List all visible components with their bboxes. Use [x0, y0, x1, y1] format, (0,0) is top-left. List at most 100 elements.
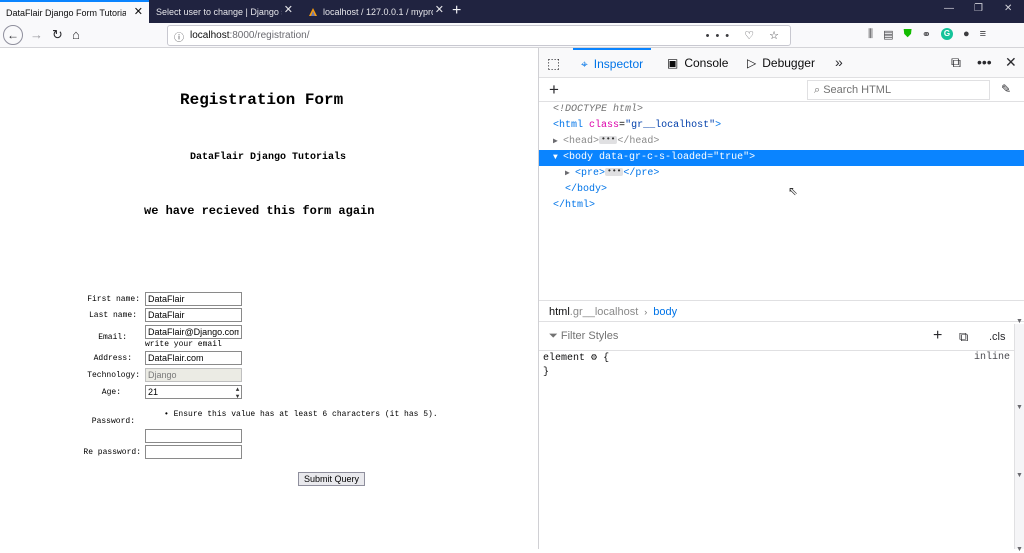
breadcrumb-tag: html	[549, 306, 570, 318]
tab-dataflair-form[interactable]: DataFlair Django Form Tutorial ✕	[0, 0, 149, 23]
debugger-icon: ▷	[747, 56, 757, 70]
url-text[interactable]: localhost:8000/registration/	[190, 30, 310, 41]
tab-title: DataFlair Django Form Tutorial	[6, 7, 126, 18]
toolbar-icons: ⫼ ▤ ⛊ ⚭ G ● ≡	[868, 28, 986, 41]
style-rules: element ⚙ { }	[543, 352, 609, 380]
password-error-text: Ensure this value has at least 6 charact…	[173, 410, 438, 419]
expand-arrow-icon[interactable]: ▶	[565, 166, 575, 182]
chevron-down-icon[interactable]: ▼	[1016, 404, 1023, 411]
tab-close-icon[interactable]: ✕	[134, 7, 143, 18]
password-input[interactable]	[145, 429, 242, 443]
email-help-text: write your email	[145, 340, 222, 349]
stepper-down-icon[interactable]: ▼	[236, 393, 240, 400]
grammarly-icon[interactable]: G	[940, 28, 953, 40]
tree-node-doctype[interactable]: <!DOCTYPE html>	[539, 102, 1024, 118]
restore-button[interactable]: ❐	[974, 3, 983, 14]
stepper-up-icon[interactable]: ▲	[236, 386, 240, 393]
chevron-down-icon[interactable]: ▼	[1016, 318, 1023, 325]
collapsed-ellipsis[interactable]: •••	[599, 136, 618, 145]
sidebar-icon[interactable]: ▤	[883, 28, 893, 41]
add-rule-icon[interactable]: +	[933, 327, 942, 345]
home-button[interactable]: ⌂	[72, 27, 80, 43]
filter-placeholder: Filter Styles	[560, 330, 619, 342]
shield-extension-icon[interactable]: ⛊	[903, 28, 911, 41]
close-window-button[interactable]: ✕	[1004, 3, 1012, 14]
gear-icon[interactable]: ⚙	[591, 353, 597, 364]
page-subtitle: DataFlair Django Tutorials	[190, 152, 347, 163]
password-error: • Ensure this value has at least 6 chara…	[164, 410, 438, 419]
page-action-icons[interactable]: ••• ♡ ☆	[706, 29, 785, 42]
age-input[interactable]	[145, 385, 242, 399]
expand-arrow-icon[interactable]: ▶	[553, 134, 563, 150]
add-node-icon[interactable]: +	[549, 80, 559, 100]
tree-node-head[interactable]: ▶ <head> ••• </head>	[539, 134, 1024, 150]
tab-phpmyadmin[interactable]: localhost / 127.0.0.1 / myproject ✕	[302, 0, 450, 23]
new-tab-button[interactable]: +	[452, 2, 461, 20]
rule-selector: element	[543, 353, 586, 364]
element-picker-icon[interactable]: ⬚	[547, 55, 560, 72]
tag-close: </pre>	[623, 168, 660, 179]
search-placeholder: Search HTML	[823, 84, 892, 96]
tree-node-body[interactable]: ▼ <body data-gr-c-s-loaded="true">	[539, 150, 1024, 166]
tag-text: <pre>	[575, 168, 606, 179]
search-html-input[interactable]: ⌕ Search HTML	[807, 80, 990, 100]
account-icon[interactable]: ●	[963, 28, 970, 41]
age-stepper[interactable]: ▲ ▼	[233, 386, 242, 400]
chevron-down-icon[interactable]: ▼	[1016, 472, 1023, 479]
tree-node-pre[interactable]: ▶ <pre> ••• </pre>	[539, 166, 1024, 182]
page-content: Registration Form DataFlair Django Tutor…	[0, 48, 538, 549]
last-name-input[interactable]	[145, 308, 242, 322]
tag-text: <html	[553, 120, 584, 131]
tab-select-user[interactable]: Select user to change | Django site ✕	[150, 0, 299, 23]
breadcrumb-class: .gr__localhost	[569, 306, 639, 318]
email-input[interactable]	[145, 325, 242, 339]
breadcrumb: html.gr__localhost › body	[539, 300, 1024, 322]
chevron-down-icon[interactable]: ▼	[1016, 546, 1023, 553]
sidebar-scrollbar[interactable]: ▼ ▼ ▼ ▼	[1014, 318, 1024, 553]
address-input[interactable]	[145, 351, 242, 365]
filter-icon: ⏷	[549, 330, 561, 342]
more-tabs-icon[interactable]: »	[835, 54, 843, 70]
tag-text: </html>	[553, 200, 596, 211]
tab-close-icon[interactable]: ✕	[284, 5, 293, 16]
tab-debugger[interactable]: ▷ Debugger	[747, 48, 815, 78]
breadcrumb-body[interactable]: body	[653, 306, 677, 318]
attr-name: class	[589, 120, 620, 131]
tree-node-html[interactable]: <html class="gr__localhost">	[539, 118, 1024, 134]
forward-button[interactable]: →	[30, 27, 43, 43]
back-arrow-icon: ←	[7, 28, 19, 42]
tab-console[interactable]: ▣ Console	[667, 48, 728, 78]
tab-close-icon[interactable]: ✕	[435, 5, 444, 16]
tree-node-body-close[interactable]: </body>	[539, 182, 1024, 198]
search-icon: ⌕	[814, 84, 824, 96]
toggle-pseudo-class-icon[interactable]: ⧉	[959, 329, 968, 345]
library-icon[interactable]: ⫼	[868, 28, 873, 41]
site-info-icon[interactable]: ⓘ	[174, 29, 184, 44]
tree-node-html-close[interactable]: </html>	[539, 198, 1024, 214]
breadcrumb-html[interactable]: html.gr__localhost	[549, 306, 638, 318]
console-icon: ▣	[667, 56, 679, 70]
tag-text: <body	[563, 152, 594, 163]
submit-button[interactable]: Submit Query	[298, 472, 365, 486]
tab-label: Debugger	[762, 56, 815, 70]
filter-styles-input[interactable]: ⏷ Filter Styles	[549, 330, 618, 343]
menu-icon[interactable]: ≡	[980, 28, 986, 41]
extension-icon[interactable]: ⚭	[922, 28, 931, 41]
close-devtools-icon[interactable]: ✕	[1005, 54, 1017, 71]
reload-button[interactable]: ↻	[52, 27, 63, 43]
minimize-button[interactable]: —	[944, 3, 954, 14]
collapsed-ellipsis[interactable]: •••	[605, 168, 624, 177]
toggle-classes-button[interactable]: .cls	[989, 331, 1006, 343]
devtools-menu-icon[interactable]: •••	[977, 54, 992, 70]
back-button[interactable]: ←	[3, 25, 23, 45]
eyedropper-icon[interactable]: ✎	[1001, 82, 1011, 96]
tab-inspector[interactable]: ⌖ Inspector	[573, 48, 652, 78]
technology-label: Technology:	[87, 371, 140, 380]
chevron-right-icon: ›	[644, 307, 648, 317]
dock-toggle-icon[interactable]: ⧉	[951, 54, 961, 71]
collapse-arrow-icon[interactable]: ▼	[553, 150, 563, 166]
url-bar[interactable]: ⓘ localhost:8000/registration/ ••• ♡ ☆	[167, 25, 791, 46]
re-password-input[interactable]	[145, 445, 242, 459]
rule-element[interactable]: element ⚙ {	[543, 352, 609, 366]
first-name-input[interactable]	[145, 292, 242, 306]
